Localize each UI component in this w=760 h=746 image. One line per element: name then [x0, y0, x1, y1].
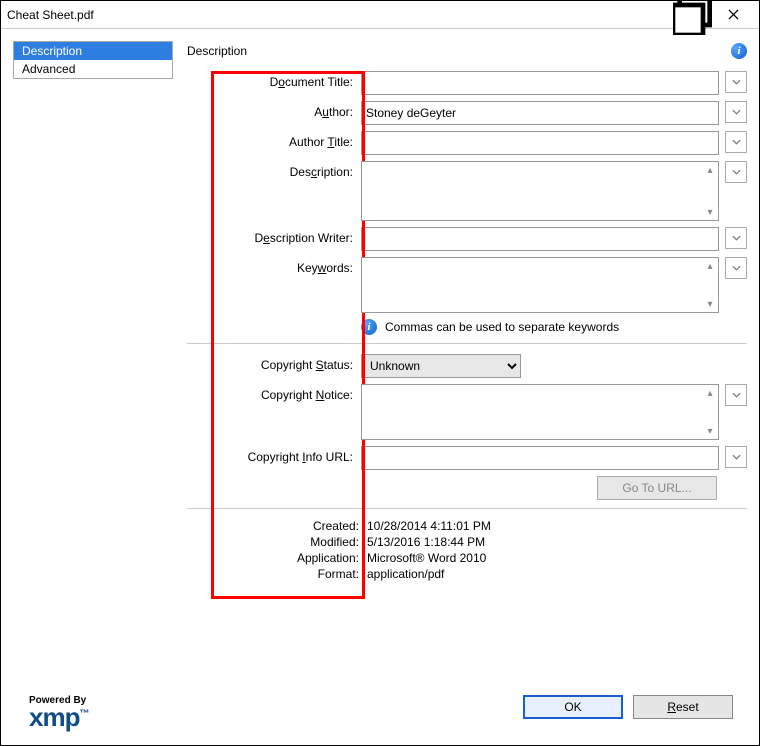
label-description-writer: Description Writer: [187, 227, 361, 245]
label-document-title: Document Title: [187, 71, 361, 89]
sidebar-item-advanced[interactable]: Advanced [14, 60, 172, 78]
dropdown-author[interactable] [725, 101, 747, 123]
meta-format-label: Format: [247, 567, 367, 581]
main-panel: Description i Document Title: Author: [187, 41, 747, 733]
textarea-copyright-notice[interactable] [361, 384, 719, 440]
input-description-writer[interactable] [361, 227, 719, 251]
keywords-hint-row: i Commas can be used to separate keyword… [187, 319, 747, 335]
row-author-title: Author Title: [187, 131, 747, 155]
info-icon[interactable]: i [731, 43, 747, 59]
meta-divider [187, 508, 747, 509]
go-to-url-row: Go To URL... [187, 476, 747, 500]
meta-created-row: Created: 10/28/2014 4:11:01 PM [247, 519, 747, 533]
section-divider [187, 343, 747, 344]
titlebar: Cheat Sheet.pdf [1, 1, 759, 29]
row-author: Author: [187, 101, 747, 125]
reset-button[interactable]: Reset [633, 695, 733, 719]
panel-header: Description i [187, 41, 747, 61]
input-document-title[interactable] [361, 71, 719, 95]
dropdown-document-title[interactable] [725, 71, 747, 93]
content-area: Description Advanced Powered By xmp™ Des… [1, 29, 759, 745]
row-description-writer: Description Writer: [187, 227, 747, 251]
dropdown-copyright-notice[interactable] [725, 384, 747, 406]
restore-button[interactable] [673, 4, 713, 26]
go-to-url-button: Go To URL... [597, 476, 717, 500]
input-author[interactable] [361, 101, 719, 125]
row-copyright-info-url: Copyright Info URL: [187, 446, 747, 470]
panel-title: Description [187, 44, 731, 58]
row-copyright-notice: Copyright Notice: ▴ ▾ [187, 384, 747, 440]
meta-format-value: application/pdf [367, 567, 444, 581]
textarea-description[interactable] [361, 161, 719, 221]
meta-application-value: Microsoft® Word 2010 [367, 551, 486, 565]
meta-created-label: Created: [247, 519, 367, 533]
textarea-keywords[interactable] [361, 257, 719, 313]
row-keywords: Keywords: ▴ ▾ [187, 257, 747, 313]
input-author-title[interactable] [361, 131, 719, 155]
dropdown-keywords[interactable] [725, 257, 747, 279]
label-copyright-notice: Copyright Notice: [187, 384, 361, 402]
label-description: Description: [187, 161, 361, 179]
sidebar: Description Advanced [13, 41, 173, 79]
meta-application-row: Application: Microsoft® Word 2010 [247, 551, 747, 565]
label-author-title: Author Title: [187, 131, 361, 149]
close-button[interactable] [713, 4, 753, 26]
row-description: Description: ▴ ▾ [187, 161, 747, 221]
label-keywords: Keywords: [187, 257, 361, 275]
meta-created-value: 10/28/2014 4:11:01 PM [367, 519, 491, 533]
dropdown-description-writer[interactable] [725, 227, 747, 249]
keywords-hint: Commas can be used to separate keywords [385, 320, 619, 334]
form-area: Document Title: Author: Author Title: [187, 71, 747, 500]
ok-button[interactable]: OK [523, 695, 623, 719]
button-bar: OK Reset [187, 685, 747, 733]
sidebar-item-description[interactable]: Description [14, 42, 172, 60]
powered-by: Powered By xmp™ [13, 685, 173, 733]
metadata-block: Created: 10/28/2014 4:11:01 PM Modified:… [187, 519, 747, 583]
dropdown-author-title[interactable] [725, 131, 747, 153]
dialog-window: Cheat Sheet.pdf Description Advanced Pow… [0, 0, 760, 746]
meta-modified-value: 5/13/2016 1:18:44 PM [367, 535, 485, 549]
label-copyright-status: Copyright Status: [187, 354, 361, 372]
select-copyright-status[interactable]: Unknown [361, 354, 521, 378]
label-copyright-info-url: Copyright Info URL: [187, 446, 361, 464]
label-author: Author: [187, 101, 361, 119]
meta-format-row: Format: application/pdf [247, 567, 747, 581]
info-icon: i [361, 319, 377, 335]
dropdown-copyright-info-url[interactable] [725, 446, 747, 468]
window-title: Cheat Sheet.pdf [7, 8, 673, 22]
meta-modified-row: Modified: 5/13/2016 1:18:44 PM [247, 535, 747, 549]
row-copyright-status: Copyright Status: Unknown [187, 354, 747, 378]
xmp-logo: xmp™ [29, 706, 169, 729]
input-copyright-info-url[interactable] [361, 446, 719, 470]
left-column: Description Advanced Powered By xmp™ [13, 41, 173, 733]
meta-application-label: Application: [247, 551, 367, 565]
row-document-title: Document Title: [187, 71, 747, 95]
dropdown-description[interactable] [725, 161, 747, 183]
meta-modified-label: Modified: [247, 535, 367, 549]
